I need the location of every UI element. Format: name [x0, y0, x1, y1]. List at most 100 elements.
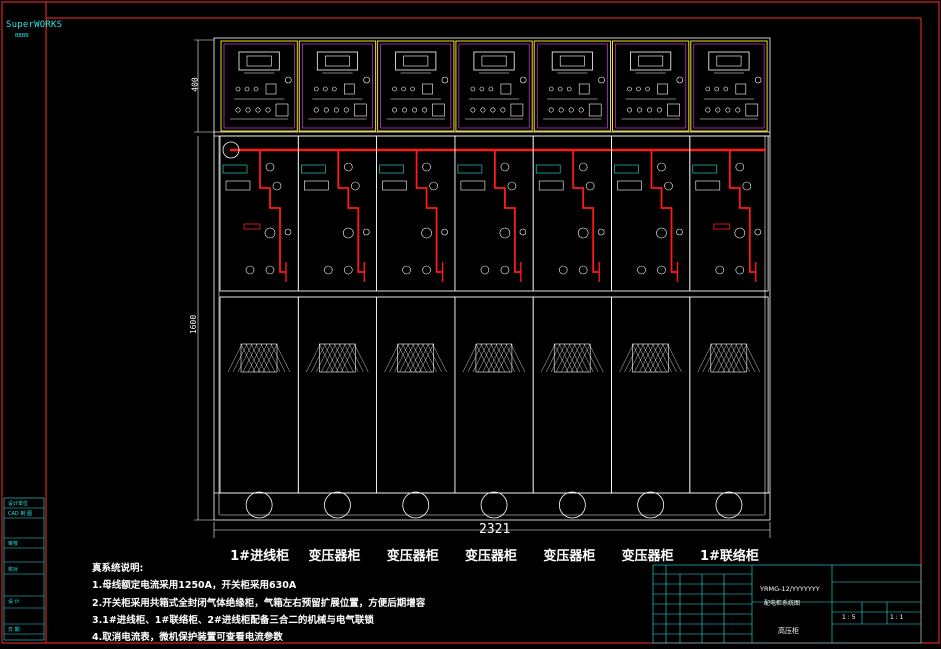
dim-top-height: 400 [190, 77, 200, 92]
nameplate [300, 164, 326, 174]
title-block-sheet: 1 : 1 [890, 614, 904, 621]
display-screen [238, 51, 280, 71]
lifting-hole [715, 491, 743, 519]
cable-compartment [532, 296, 612, 494]
nameplate [617, 180, 642, 191]
lifting-hole [245, 491, 273, 519]
note-2: 2.开关柜采用共箱式全封闭气体绝缘柜，气箱左右预留扩展位置，方便后期增容 [92, 597, 426, 609]
indicator-lamp [548, 86, 554, 92]
display-screen [473, 51, 515, 71]
cabinet-2 [297, 40, 377, 519]
vent-grille [240, 343, 278, 373]
nameplate [303, 180, 329, 191]
dim-overall-width: 2321 [479, 522, 511, 537]
selector-switch [646, 107, 652, 113]
instrument-compartment [690, 40, 768, 132]
display-screen [630, 51, 672, 71]
nameplate [538, 180, 564, 191]
title-block-model: YRMG-12/YYYYYYY [760, 585, 820, 593]
note-3: 3.1#进线柜、1#联络柜、2#进线柜配备三合二的机械与电气联锁 [92, 614, 374, 626]
display-screen [395, 51, 437, 71]
operating-hole [264, 227, 276, 239]
selector-switch [725, 107, 731, 113]
indicator-lamp [566, 86, 572, 92]
cable-compartment [454, 296, 534, 494]
nameplate [614, 164, 639, 174]
selector-switch [705, 107, 711, 113]
instrument-compartment [298, 40, 377, 132]
indicator-lamp [714, 86, 720, 92]
left-panel-item-6: 日 期 [8, 627, 20, 633]
pressure-gauge [343, 162, 353, 172]
operating-hole [577, 227, 589, 239]
lifting-hole [402, 491, 430, 519]
busbar-tap [728, 150, 756, 273]
title-block-drawing-name: 高压柜 [778, 627, 799, 635]
indicator-lamp [322, 86, 328, 92]
lifting-hole [480, 491, 508, 519]
selector-switch [548, 107, 554, 113]
pressure-gauge [578, 162, 588, 172]
cable-compartment [297, 296, 377, 494]
selector-switch [235, 107, 241, 113]
selector-switch [578, 107, 584, 113]
selector-switch [568, 107, 574, 113]
selector-switch [422, 107, 428, 113]
vent-grille [710, 343, 748, 373]
indicator-lamp [627, 86, 632, 92]
selector-switch [313, 107, 319, 113]
indicator-lamp [401, 86, 406, 92]
busbar-tap [650, 150, 678, 273]
cabinet-5 [532, 40, 612, 519]
operating-hole [499, 227, 511, 239]
cable-compartment [219, 296, 299, 494]
cabinet-group [219, 40, 769, 519]
cable-compartment [689, 296, 769, 494]
busbar-tap [259, 150, 286, 273]
operating-hole [656, 227, 667, 239]
indicator-lamp [331, 86, 337, 92]
selector-switch [470, 107, 476, 113]
indicator-lamp [392, 86, 397, 92]
brand-sub: BBBB [15, 33, 29, 39]
cabinet-4 [454, 40, 534, 519]
left-panel-item-2: CAD 制 图 [8, 511, 32, 517]
busbar-tap [337, 150, 365, 273]
title-block-scale: 1 : 5 [842, 614, 856, 621]
vent-grille [475, 343, 513, 373]
pressure-gauge [422, 162, 431, 172]
cad-drawing-canvas[interactable]: SuperWORKS BBBB 400 1600 2321 1#进线柜 变压器柜变… [0, 0, 941, 645]
selector-switch [735, 107, 741, 113]
vent-grille [397, 343, 434, 373]
nameplate [382, 180, 407, 191]
indicator-lamp [636, 86, 641, 92]
selector-switch [626, 107, 632, 113]
lifting-hole [637, 491, 665, 519]
cabinet-label-4: 变压器柜 [465, 549, 518, 564]
nameplate [225, 180, 251, 191]
nameplate [457, 164, 483, 174]
left-panel-item-3: 审核 [8, 541, 19, 547]
cabinet-6 [611, 40, 691, 519]
display-screen [551, 51, 593, 71]
selector-switch [500, 107, 506, 113]
cabinet-7 [689, 40, 769, 519]
dimension-lines [194, 39, 771, 538]
busbar-tap [572, 150, 600, 273]
selector-switch [656, 107, 662, 113]
indicator-lamp [557, 86, 563, 92]
left-panel-item-5: 设 计 [8, 599, 20, 605]
selector-switch [323, 107, 329, 113]
selector-switch [636, 107, 642, 113]
lifting-hole [558, 491, 586, 519]
note-4: 4.取消电流表，微机保护装置可查看电流参数 [92, 632, 283, 644]
cabinet-1 [219, 40, 299, 519]
instrument-compartment [533, 40, 612, 132]
operating-hole [664, 181, 673, 191]
title-block-subtitle: 配电柜系统图 [764, 600, 801, 607]
indicator-lamp [705, 86, 711, 92]
cable-compartment [376, 296, 456, 494]
pressure-gauge [265, 162, 275, 172]
indicator-lamp [488, 86, 494, 92]
selector-switch [480, 107, 486, 113]
